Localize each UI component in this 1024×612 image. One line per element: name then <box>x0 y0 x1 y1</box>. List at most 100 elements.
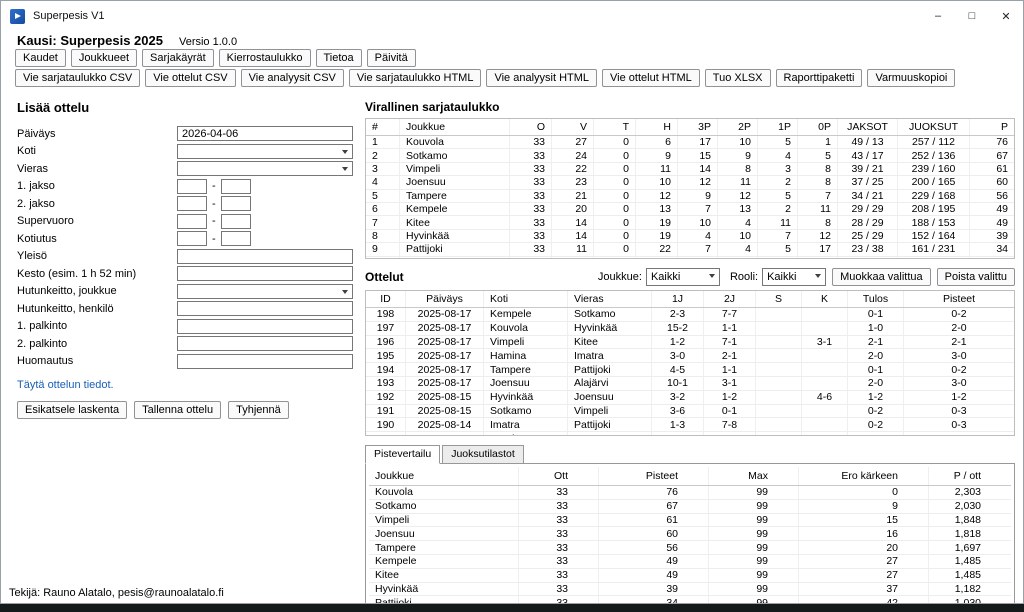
select-vieras[interactable] <box>177 161 353 176</box>
analysis-row[interactable]: Kitee334999271,485 <box>369 569 1011 583</box>
role-filter-select[interactable]: Kaikki <box>762 268 826 286</box>
form-label-jakso2: 2. jakso <box>17 198 177 210</box>
edit-selected-button[interactable]: Muokkaa valittua <box>832 268 931 286</box>
cell: 1,485 <box>929 555 1011 568</box>
form-button-esikatsele-laskenta[interactable]: Esikatsele laskenta <box>17 401 127 419</box>
analysis-row[interactable]: Kouvola33769902,303 <box>369 486 1011 500</box>
standings-row[interactable]: 4Joensuu332301012112837 / 25200 / 16560 <box>366 176 1014 189</box>
cell: 2025-08-14 <box>406 418 484 431</box>
input-kesto[interactable] <box>177 266 353 281</box>
cell: Joensuu <box>568 391 652 404</box>
toolbar-button-sarjakayrat[interactable]: Sarjakäyrät <box>142 49 214 67</box>
toolbar-button-tuo-xlsx[interactable]: Tuo XLSX <box>705 69 771 87</box>
matches-row[interactable]: 1942025-08-17TamperePattijoki4-51-10-10-… <box>366 363 1014 377</box>
cell <box>756 336 802 349</box>
standings-row[interactable]: 9Pattijoki33110227451723 / 38161 / 23134 <box>366 243 1014 256</box>
toolbar-button-kaudet[interactable]: Kaudet <box>15 49 66 67</box>
cell: 161 / 231 <box>898 243 970 255</box>
analysis-row[interactable]: Hyvinkää333999371,182 <box>369 583 1011 597</box>
toolbar-button-kierrostaulukko[interactable]: Kierrostaulukko <box>219 49 311 67</box>
cell: 49 <box>970 203 1014 215</box>
input-paivays[interactable] <box>177 126 353 141</box>
cell: 33 <box>510 230 552 242</box>
cell: 3-1 <box>802 336 848 349</box>
input-palkinto2[interactable] <box>177 336 353 351</box>
cell: 1-2 <box>704 391 756 404</box>
minimize-icon[interactable]: – <box>921 1 955 31</box>
toolbar-button-varmuuskopioi[interactable]: Varmuuskopioi <box>867 69 955 87</box>
input-jakso1-away[interactable] <box>221 179 251 194</box>
select-hutunkeitto-joukkue[interactable] <box>177 284 353 299</box>
input-palkinto1[interactable] <box>177 319 353 334</box>
standings-row[interactable]: 10Alajärvi33100235541922 / 40150 / 23029 <box>366 257 1014 259</box>
matches-row[interactable]: 1982025-08-17KempeleSotkamo2-37-70-10-2 <box>366 308 1014 322</box>
toolbar-button-vie-sarjataulukko-csv[interactable]: Vie sarjataulukko CSV <box>15 69 140 87</box>
input-supervuoro-away[interactable] <box>221 214 251 229</box>
cell <box>756 308 802 321</box>
cell: 27 <box>552 136 594 148</box>
delete-selected-button[interactable]: Poista valittu <box>937 268 1015 286</box>
toolbar-button-vie-analyysit-html[interactable]: Vie analyysit HTML <box>486 69 597 87</box>
close-icon[interactable]: ✕ <box>989 1 1023 31</box>
maximize-icon[interactable]: □ <box>955 1 989 31</box>
analysis-row[interactable]: Pattijoki333499421,030 <box>369 596 1011 604</box>
cell: 34 <box>970 243 1014 255</box>
input-kotiutus-home[interactable] <box>177 231 207 246</box>
select-koti[interactable] <box>177 144 353 159</box>
cell: 2025-08-14 <box>406 432 484 436</box>
standings-row[interactable]: 5Tampere33210129125734 / 21229 / 16856 <box>366 190 1014 203</box>
standings-row[interactable]: 7Kitee331401910411828 / 29188 / 15349 <box>366 216 1014 229</box>
input-jakso2-away[interactable] <box>221 196 251 211</box>
standings-row[interactable]: 1Kouvola33270617105149 / 13257 / 11276 <box>366 136 1014 149</box>
matches-row[interactable]: 1952025-08-17HaminaImatra3-02-12-03-0 <box>366 349 1014 363</box>
standings-row[interactable]: 6Kempele332001371321129 / 29208 / 19549 <box>366 203 1014 216</box>
analysis-row[interactable]: Joensuu336099161,818 <box>369 527 1011 541</box>
toolbar-button-tietoa[interactable]: Tietoa <box>316 49 362 67</box>
toolbar-button-joukkueet[interactable]: Joukkueet <box>71 49 137 67</box>
standings-row[interactable]: 3Vimpeli33220111483839 / 21239 / 16061 <box>366 163 1014 176</box>
toolbar-button-raporttipaketti[interactable]: Raporttipaketti <box>776 69 863 87</box>
cell: 1,848 <box>929 514 1011 527</box>
form-button-tallenna-ottelu[interactable]: Tallenna ottelu <box>134 401 221 419</box>
input-kotiutus-away[interactable] <box>221 231 251 246</box>
input-huomautus[interactable] <box>177 354 353 369</box>
input-hutunkeitto-henkilo[interactable] <box>177 301 353 316</box>
matches-row[interactable]: 1892025-08-14HaminaTampere0-41-60-20-3 <box>366 432 1014 436</box>
input-yleiso[interactable] <box>177 249 353 264</box>
toolbar-button-vie-ottelut-html[interactable]: Vie ottelut HTML <box>602 69 700 87</box>
matches-row[interactable]: 1932025-08-17JoensuuAlajärvi10-13-12-03-… <box>366 377 1014 391</box>
analysis-row[interactable]: Vimpeli336199151,848 <box>369 514 1011 528</box>
cell: 33 <box>510 203 552 215</box>
matches-row[interactable]: 1902025-08-14ImatraPattijoki1-37-80-20-3 <box>366 418 1014 432</box>
matches-row[interactable]: 1912025-08-15SotkamoVimpeli3-60-10-20-3 <box>366 405 1014 419</box>
input-jakso2-home[interactable] <box>177 196 207 211</box>
analysis-row[interactable]: Sotkamo33679992,030 <box>369 500 1011 514</box>
cell: 67 <box>970 149 1014 161</box>
cell: 2025-08-17 <box>406 349 484 362</box>
tab-juoksutilastot[interactable]: Juoksutilastot <box>442 445 524 464</box>
analysis-row[interactable]: Tampere335699201,697 <box>369 541 1011 555</box>
analysis-row[interactable]: Kempele334999271,485 <box>369 555 1011 569</box>
cell: 1,030 <box>929 596 1011 604</box>
column-header-0p: 0P <box>798 119 838 135</box>
toolbar-button-vie-analyysit-csv[interactable]: Vie analyysit CSV <box>241 69 344 87</box>
toolbar-button-paivita[interactable]: Päivitä <box>367 49 416 67</box>
matches-row[interactable]: 1922025-08-15HyvinkääJoensuu3-21-24-61-2… <box>366 391 1014 405</box>
standings-row[interactable]: 8Hyvinkää331401941071225 / 29152 / 16439 <box>366 230 1014 243</box>
matches-row[interactable]: 1962025-08-17VimpeliKitee1-27-13-12-12-1 <box>366 336 1014 350</box>
column-header-joukkue: Joukkue <box>369 467 519 485</box>
form-button-tyhjenna[interactable]: Tyhjennä <box>228 401 289 419</box>
toolbar-row-1: Kaudet Joukkueet Sarjakäyrät Kierrostaulukk… <box>15 49 416 67</box>
cell: 252 / 136 <box>898 149 970 161</box>
standings-row[interactable]: 2Sotkamo3324091594543 / 17252 / 13667 <box>366 149 1014 162</box>
input-supervuoro-home[interactable] <box>177 214 207 229</box>
matches-row[interactable]: 1972025-08-17KouvolaHyvinkää15-21-11-02-… <box>366 322 1014 336</box>
input-jakso1-home[interactable] <box>177 179 207 194</box>
team-filter-select[interactable]: Kaikki <box>646 268 720 286</box>
tab-pistevertailu[interactable]: Pistevertailu <box>365 445 440 464</box>
toolbar-button-vie-ottelut-csv[interactable]: Vie ottelut CSV <box>145 69 235 87</box>
cell: 5 <box>366 190 400 202</box>
analysis-tabs: PistevertailuJuoksutilastot <box>365 445 1015 464</box>
toolbar-button-vie-sarjataulukko-html[interactable]: Vie sarjataulukko HTML <box>349 69 482 87</box>
analysis-panel: JoukkueOttPisteetMaxEro kärkeenP / ottKo… <box>365 463 1015 604</box>
